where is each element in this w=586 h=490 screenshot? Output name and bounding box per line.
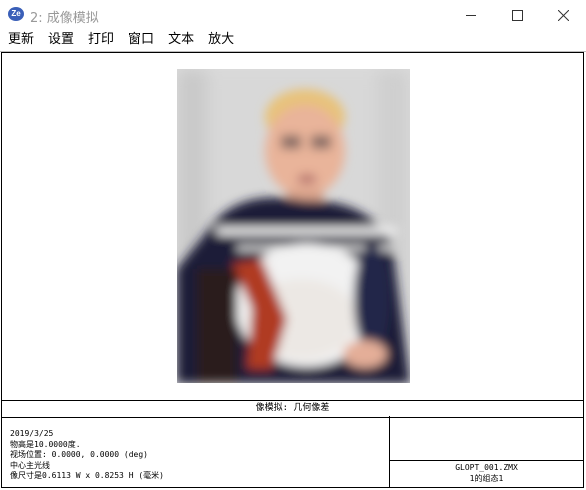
menu-text[interactable]: 文本	[160, 30, 200, 51]
window-title: 2: 成像模拟	[30, 11, 99, 26]
info-box: 2019/3/25 物高是10.0000度. 视场位置: 0.0000, 0.0…	[2, 416, 583, 487]
info-divider-horizontal	[389, 460, 583, 461]
info-field-position: 视场位置: 0.0000, 0.0000 (deg)	[10, 450, 148, 459]
menu-window[interactable]: 窗口	[120, 30, 160, 51]
info-object-height: 物高是10.0000度.	[10, 439, 81, 449]
info-date: 2019/3/25	[10, 429, 54, 438]
info-text: 2019/3/25 物高是10.0000度. 视场位置: 0.0000, 0.0…	[10, 429, 164, 482]
file-name: GLOPT_001.ZMX	[455, 463, 518, 472]
file-info: GLOPT_001.ZMX 1的组态1	[390, 462, 583, 484]
menu-zoom[interactable]: 放大	[200, 30, 240, 51]
zemax-app-icon: Ze	[8, 7, 24, 21]
maximize-icon	[511, 9, 523, 21]
image-simulation-panel: 像模拟: 几何像差 2019/3/25 物高是10.0000度. 视场位置: 0…	[1, 52, 584, 488]
maximize-button[interactable]	[494, 0, 540, 30]
info-chief-ray: 中心主光线	[10, 460, 50, 470]
minimize-button[interactable]	[448, 0, 494, 30]
simulated-image	[177, 69, 410, 383]
info-image-size: 像尺寸是0.6113 W x 0.8253 H (毫米)	[10, 471, 164, 480]
menu-update[interactable]: 更新	[0, 30, 40, 51]
configuration: 1的组态1	[469, 474, 504, 483]
menu-bar: 更新 设置 打印 窗口 文本 放大	[0, 30, 586, 52]
menu-print[interactable]: 打印	[80, 30, 120, 51]
close-icon	[557, 9, 569, 21]
title-bar: Ze 2: 成像模拟	[0, 0, 586, 30]
minimize-icon	[465, 14, 476, 16]
menu-settings[interactable]: 设置	[40, 30, 80, 51]
close-button[interactable]	[540, 0, 586, 30]
